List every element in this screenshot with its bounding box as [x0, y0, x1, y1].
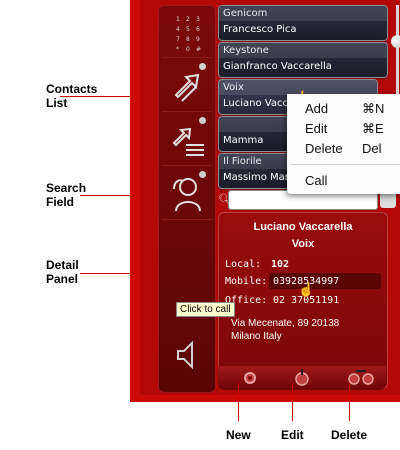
- icon-sidebar: 123 456 789 * 0 #: [158, 5, 216, 393]
- detail-name: Luciano Vaccarella: [253, 221, 353, 233]
- transfer-icon: [174, 73, 200, 102]
- edit-icon: [295, 369, 309, 386]
- address-line-2: Milano Italy: [231, 331, 282, 342]
- card-gloss: [219, 117, 297, 132]
- svg-text:*: *: [176, 46, 179, 53]
- transfer-button[interactable]: [162, 59, 212, 112]
- menu-separator: [291, 164, 400, 165]
- gear-icon: [244, 372, 256, 384]
- detail-toolbar: [218, 366, 386, 390]
- speaker-button[interactable]: [162, 329, 212, 381]
- list-button[interactable]: [162, 113, 212, 166]
- svg-text:0: 0: [186, 46, 190, 53]
- contact-icon: [173, 178, 201, 212]
- address-line-1: Via Mecenate, 89 20138: [231, 318, 340, 329]
- contact-card[interactable]: Mamma: [218, 116, 298, 152]
- svg-text:7: 7: [176, 36, 180, 43]
- contact-name: Luciano Vaccarella: [223, 98, 293, 109]
- menu-item-delete[interactable]: Delete: [305, 141, 343, 156]
- menu-item-call[interactable]: Call: [305, 173, 327, 188]
- svg-text:6: 6: [196, 26, 200, 33]
- menu-item-add[interactable]: Add: [305, 101, 328, 116]
- svg-text:9: 9: [196, 36, 200, 43]
- keypad-button[interactable]: 123 456 789 * 0 #: [162, 5, 212, 58]
- new-pointer: [238, 383, 239, 421]
- menu-shortcut-edit: ⌘E: [362, 121, 384, 136]
- edit-annotation: Edit: [281, 428, 304, 442]
- contact-name: Gianfranco Vaccarella: [223, 61, 332, 72]
- svg-text:8: 8: [186, 36, 190, 43]
- contact-card[interactable]: Genicom Francesco Pica: [218, 5, 388, 41]
- contact-button[interactable]: [162, 167, 212, 220]
- edit-pointer: [292, 383, 293, 421]
- contact-card[interactable]: Keystone Gianfranco Vaccarella: [218, 42, 388, 78]
- keypad-icon: 123 456 789 * 0 #: [176, 16, 201, 53]
- svg-text:1: 1: [176, 16, 180, 23]
- context-menu: Add ⌘N Edit ⌘E Delete Del Call: [287, 94, 400, 194]
- svg-text:4: 4: [176, 26, 180, 33]
- detail-company: Voix: [291, 238, 315, 250]
- delete-icon: [348, 370, 374, 385]
- call-tooltip: Click to call: [176, 302, 235, 317]
- hand-cursor-icon: ☝: [298, 282, 315, 297]
- edit-button[interactable]: [292, 369, 312, 387]
- contact-name: Francesco Pica: [223, 24, 297, 35]
- detail-panel-annotation: Detail Panel: [46, 258, 79, 286]
- delete-annotation: Delete: [331, 428, 368, 442]
- app-body: 123 456 789 * 0 # Genicom Francesco Pica…: [140, 0, 400, 395]
- contact-company: Keystone: [223, 45, 269, 56]
- scrollbar-thumb[interactable]: [391, 35, 400, 48]
- list-icon: [172, 127, 204, 156]
- svg-text:3: 3: [196, 16, 200, 23]
- new-annotation: New: [226, 428, 251, 442]
- contact-name: Mamma: [223, 135, 264, 146]
- contact-company: Genicom: [223, 8, 268, 19]
- new-button[interactable]: [240, 369, 260, 387]
- contact-company: Il Fiorile: [223, 156, 262, 167]
- svg-text:5: 5: [186, 26, 190, 33]
- menu-item-edit[interactable]: Edit: [305, 121, 327, 136]
- contact-card[interactable]: Il Fiorile Massimo Martinelli: [218, 153, 298, 189]
- local-label: Local:: [225, 259, 262, 270]
- mobile-label: Mobile:: [225, 276, 268, 287]
- phone-app-window: 123 456 789 * 0 # Genicom Francesco Pica…: [130, 0, 400, 402]
- detail-panel: Luciano Vaccarella Voix Local: 102 Mobil…: [218, 212, 388, 389]
- menu-shortcut-add: ⌘N: [362, 101, 385, 116]
- delete-pointer: [349, 383, 350, 421]
- svg-text:2: 2: [186, 16, 190, 23]
- speaker-icon: [177, 340, 193, 370]
- local-value[interactable]: 102: [271, 259, 289, 270]
- svg-text:#: #: [196, 46, 201, 53]
- contact-company: Voix: [223, 82, 244, 93]
- delete-button[interactable]: [346, 369, 376, 387]
- menu-shortcut-delete: Del: [362, 141, 382, 156]
